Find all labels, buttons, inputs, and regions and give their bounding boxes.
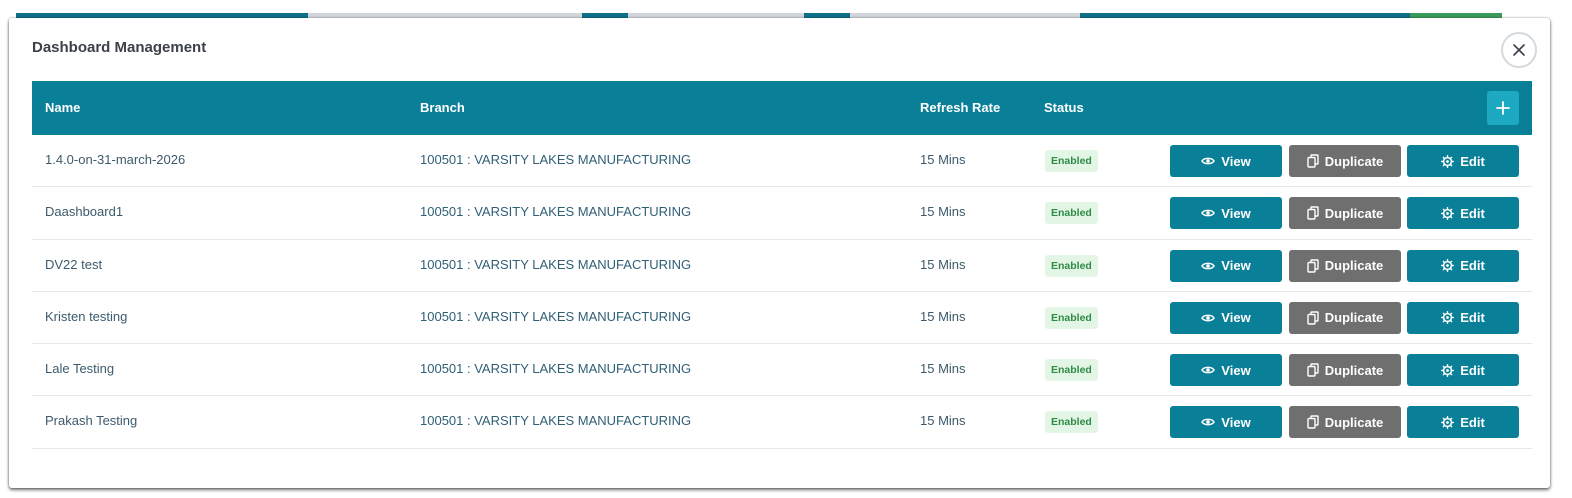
dashboard-refresh-rate: 15 Mins <box>920 413 966 429</box>
dashboard-refresh-rate: 15 Mins <box>920 308 966 324</box>
dashboard-name: Kristen testing <box>45 308 128 324</box>
close-button[interactable] <box>1501 32 1537 68</box>
column-header-branch: Branch <box>420 100 465 115</box>
edit-button[interactable]: Edit <box>1407 354 1519 387</box>
status-badge: Enabled <box>1045 254 1098 277</box>
plus-icon <box>1496 101 1510 115</box>
column-header-refresh-rate: Refresh Rate <box>920 100 1001 115</box>
edit-button[interactable]: Edit <box>1407 406 1519 439</box>
dashboard-refresh-rate: 15 Mins <box>920 361 966 377</box>
duplicate-button[interactable]: Duplicate <box>1289 197 1401 230</box>
close-icon <box>1513 44 1525 56</box>
view-button-label: View <box>1221 414 1251 430</box>
table-row: DV22 test 100501 : VARSITY LAKES MANUFAC… <box>32 240 1532 292</box>
dashboard-name: DV22 test <box>45 256 103 272</box>
duplicate-button-label: Duplicate <box>1324 414 1384 430</box>
eye-icon <box>1201 419 1216 426</box>
dashboard-name: Lale Testing <box>45 361 115 377</box>
view-button-label: View <box>1221 205 1251 221</box>
table-row: Daashboard1 100501 : VARSITY LAKES MANUF… <box>32 187 1532 240</box>
dashboard-refresh-rate: 15 Mins <box>920 256 966 272</box>
gear-icon <box>1441 206 1455 220</box>
edit-button-label: Edit <box>1460 310 1485 326</box>
duplicate-button[interactable]: Duplicate <box>1289 249 1401 282</box>
status-badge: Enabled <box>1045 202 1098 225</box>
edit-button-label: Edit <box>1460 414 1485 430</box>
edit-button[interactable]: Edit <box>1407 145 1519 177</box>
view-button[interactable]: View <box>1170 301 1282 334</box>
gear-icon <box>1441 154 1455 168</box>
view-button-label: View <box>1221 258 1251 274</box>
dashboard-management-modal: Dashboard Management Name Branch Refresh… <box>9 18 1550 488</box>
eye-icon <box>1201 262 1216 269</box>
gear-icon <box>1441 415 1455 429</box>
dashboard-refresh-rate: 15 Mins <box>920 152 966 167</box>
view-button[interactable]: View <box>1170 145 1282 177</box>
dashboard-branch: 100501 : VARSITY LAKES MANUFACTURING <box>420 152 692 167</box>
duplicate-button-label: Duplicate <box>1324 153 1384 169</box>
add-dashboard-button[interactable] <box>1487 91 1519 125</box>
eye-icon <box>1201 157 1216 165</box>
copy-icon <box>1307 206 1319 220</box>
eye-icon <box>1201 366 1216 374</box>
edit-button-label: Edit <box>1460 153 1485 169</box>
dashboards-table: Name Branch Refresh Rate Status 1.4.0-on… <box>32 81 1532 449</box>
gear-icon <box>1441 363 1455 377</box>
copy-icon <box>1307 363 1319 377</box>
duplicate-button[interactable]: Duplicate <box>1289 406 1401 439</box>
dashboard-branch: 100501 : VARSITY LAKES MANUFACTURING <box>420 361 692 377</box>
table-header: Name Branch Refresh Rate Status <box>32 81 1532 135</box>
column-header-status: Status <box>1044 100 1084 115</box>
dashboard-branch: 100501 : VARSITY LAKES MANUFACTURING <box>420 204 692 220</box>
modal-title: Dashboard Management <box>32 39 207 56</box>
duplicate-button-label: Duplicate <box>1324 258 1384 274</box>
copy-icon <box>1307 154 1319 168</box>
status-badge: Enabled <box>1045 306 1098 329</box>
duplicate-button-label: Duplicate <box>1324 205 1384 221</box>
duplicate-button-label: Duplicate <box>1324 310 1384 326</box>
duplicate-button[interactable]: Duplicate <box>1289 354 1401 387</box>
status-badge: Enabled <box>1045 359 1098 382</box>
duplicate-button-label: Duplicate <box>1324 362 1384 378</box>
view-button-label: View <box>1221 362 1251 378</box>
edit-button-label: Edit <box>1460 205 1485 221</box>
edit-button-label: Edit <box>1460 362 1485 378</box>
view-button-label: View <box>1221 153 1251 169</box>
view-button-label: View <box>1221 310 1251 326</box>
edit-button[interactable]: Edit <box>1407 301 1519 334</box>
edit-button[interactable]: Edit <box>1407 197 1519 230</box>
status-badge: Enabled <box>1045 411 1098 434</box>
table-row: Lale Testing 100501 : VARSITY LAKES MANU… <box>32 344 1532 397</box>
view-button[interactable]: View <box>1170 249 1282 282</box>
dashboard-refresh-rate: 15 Mins <box>920 204 966 220</box>
eye-icon <box>1201 314 1216 322</box>
dashboard-branch: 100501 : VARSITY LAKES MANUFACTURING <box>420 256 692 272</box>
copy-icon <box>1307 258 1319 273</box>
edit-button[interactable]: Edit <box>1407 249 1519 282</box>
table-row: Kristen testing 100501 : VARSITY LAKES M… <box>32 292 1532 345</box>
copy-icon <box>1307 311 1319 325</box>
eye-icon <box>1201 209 1216 217</box>
view-button[interactable]: View <box>1170 406 1282 439</box>
table-body: 1.4.0-on-31-march-2026 100501 : VARSITY … <box>32 135 1532 449</box>
table-row: 1.4.0-on-31-march-2026 100501 : VARSITY … <box>32 135 1532 188</box>
status-badge: Enabled <box>1045 150 1098 172</box>
dashboard-name: Prakash Testing <box>45 413 138 429</box>
column-header-name: Name <box>45 100 81 115</box>
table-row: Prakash Testing 100501 : VARSITY LAKES M… <box>32 396 1532 449</box>
duplicate-button[interactable]: Duplicate <box>1289 145 1401 177</box>
dashboard-name: Daashboard1 <box>45 204 124 220</box>
edit-button-label: Edit <box>1460 258 1485 274</box>
dashboard-branch: 100501 : VARSITY LAKES MANUFACTURING <box>420 308 692 324</box>
view-button[interactable]: View <box>1170 354 1282 387</box>
copy-icon <box>1307 415 1319 430</box>
duplicate-button[interactable]: Duplicate <box>1289 301 1401 334</box>
view-button[interactable]: View <box>1170 197 1282 230</box>
gear-icon <box>1441 311 1455 325</box>
dashboard-branch: 100501 : VARSITY LAKES MANUFACTURING <box>420 413 692 429</box>
gear-icon <box>1441 259 1455 273</box>
dashboard-name: 1.4.0-on-31-march-2026 <box>45 152 186 167</box>
